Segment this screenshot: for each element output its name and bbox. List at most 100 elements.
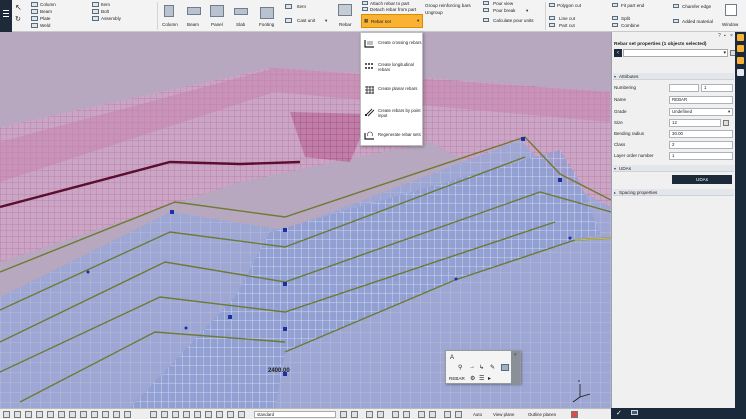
ribbon-weld-label[interactable]: Weld [40, 23, 50, 28]
ribbon-pour-view-label[interactable]: Pour view [493, 1, 513, 6]
assembly-icon[interactable] [92, 16, 99, 21]
status-filter-icon[interactable] [429, 411, 436, 418]
toolbox-hook-icon[interactable]: ↳ [479, 364, 484, 371]
dropdown-item-planar[interactable]: Create planar rebars [363, 81, 423, 101]
status-select-icon[interactable] [183, 411, 190, 418]
status-select-icon[interactable] [150, 411, 157, 418]
outline-mode-select[interactable]: Outline planes [528, 412, 556, 417]
ribbon-ungroup-label[interactable]: Ungroup [425, 10, 443, 15]
item-icon[interactable] [92, 2, 99, 7]
app-menu-button[interactable] [0, 0, 12, 32]
status-snap-icon[interactable] [124, 411, 131, 418]
side-settings-icon[interactable] [737, 45, 744, 52]
combine-icon[interactable] [612, 23, 618, 27]
grade-field[interactable]: Undefined [669, 108, 733, 116]
view-filter-select[interactable]: standard [254, 411, 336, 418]
ribbon-chamfer-label[interactable]: Chamfer edge [682, 4, 711, 9]
status-select-icon[interactable] [216, 411, 223, 418]
ribbon-pour-break-label[interactable]: Pour break [493, 8, 515, 13]
status-snap-icon[interactable] [102, 411, 109, 418]
toolbox-text-icon[interactable]: A [450, 355, 454, 361]
status-filter-icon[interactable] [377, 411, 384, 418]
concrete-column-icon[interactable] [164, 5, 174, 17]
window-icon[interactable] [725, 4, 737, 16]
dropdown-item-point-input[interactable]: Create rebars by point input [363, 103, 423, 123]
select-objects-icon[interactable] [631, 410, 638, 415]
select-arrow-icon[interactable]: ↖ [15, 3, 22, 12]
ribbon-line-cut-label[interactable]: Line cut [559, 16, 575, 21]
status-filter-icon[interactable] [455, 411, 462, 418]
ribbon-column-label[interactable]: Column [40, 2, 56, 7]
status-snap-icon[interactable] [58, 411, 65, 418]
ribbon-concrete-column-label[interactable]: Column [162, 22, 178, 27]
dropdown-item-crossing[interactable]: Create crossing rebars [363, 35, 423, 55]
pour-break-icon[interactable] [483, 8, 489, 12]
size-field[interactable]: 12 [669, 119, 721, 127]
ribbon-part-cut-label[interactable]: Part cut [559, 23, 575, 28]
toolbox-edit-icon[interactable]: ✎ [490, 364, 495, 371]
panel-help-icon[interactable]: ? [718, 33, 721, 39]
status-select-icon[interactable] [205, 411, 212, 418]
size-browse-icon[interactable] [723, 120, 729, 126]
ribbon-window-label[interactable]: Window [722, 22, 738, 27]
status-select-icon[interactable] [238, 411, 245, 418]
grade-dropdown-icon[interactable]: ▾ [728, 109, 730, 115]
line-cut-icon[interactable] [549, 16, 555, 20]
status-snap-icon[interactable] [25, 411, 32, 418]
class-field[interactable]: 2 [669, 141, 733, 149]
dropdown-item-longitudinal[interactable]: Create longitudinal rebars [363, 57, 423, 77]
ribbon-item-label[interactable]: Item [101, 2, 110, 7]
snap-mode-select[interactable]: Auto [473, 412, 482, 417]
beam-icon[interactable] [31, 9, 38, 14]
toolbox-settings-icon[interactable]: ⚙ [470, 375, 475, 382]
toolbox-active-icon[interactable] [501, 364, 509, 371]
ribbon-combine-label[interactable]: Combine [621, 23, 639, 28]
ribbon-plate-label[interactable]: Plate [40, 16, 50, 21]
ribbon-concrete-item-label[interactable]: Item [297, 4, 306, 9]
layer-order-field[interactable]: 1 [669, 152, 733, 160]
rotate-icon[interactable]: ↻ [15, 15, 21, 23]
pour-view-icon[interactable] [483, 1, 489, 5]
status-filter-icon[interactable] [340, 411, 347, 418]
fit-part-end-icon[interactable] [612, 3, 618, 7]
status-select-icon[interactable] [161, 411, 168, 418]
status-select-icon[interactable] [227, 411, 234, 418]
polygon-cut-icon[interactable] [549, 3, 555, 7]
status-select-icon[interactable] [194, 411, 201, 418]
detach-rebar-icon[interactable] [362, 7, 368, 11]
status-filter-icon[interactable] [403, 411, 410, 418]
attach-rebar-icon[interactable] [362, 1, 368, 5]
status-filter-icon[interactable] [366, 411, 373, 418]
cast-unit-icon[interactable] [285, 18, 292, 23]
status-snap-icon[interactable] [69, 411, 76, 418]
toolbox-arrow-icon[interactable]: → [469, 364, 475, 370]
ribbon-rebar-label[interactable]: Rebar [339, 22, 352, 27]
cast-unit-dropdown-icon[interactable]: ▾ [325, 18, 327, 24]
column-icon[interactable] [31, 2, 38, 7]
status-snap-icon[interactable] [3, 411, 10, 418]
status-filter-icon[interactable] [444, 411, 451, 418]
status-filter-icon[interactable] [392, 411, 399, 418]
side-catalog-icon[interactable] [737, 57, 744, 64]
status-snap-icon[interactable] [47, 411, 54, 418]
toolbox-next-icon[interactable]: ▸ [488, 375, 491, 382]
apply-check-icon[interactable]: ✓ [616, 409, 622, 417]
ribbon-added-material-label[interactable]: Added material [682, 19, 713, 24]
footing-icon[interactable] [260, 7, 274, 19]
ribbon-assembly-label[interactable]: Assembly [101, 16, 121, 21]
status-snap-icon[interactable] [36, 411, 43, 418]
ribbon-panel-label[interactable]: Panel [211, 22, 223, 27]
ribbon-cast-unit-label[interactable]: Cast unit [297, 18, 315, 23]
back-arrow-icon[interactable]: ‹ [614, 49, 622, 57]
name-field[interactable]: REBAR [669, 96, 733, 104]
toolbox-layers-icon[interactable]: ☰ [479, 375, 484, 382]
status-filter-icon[interactable] [418, 411, 425, 418]
plate-icon[interactable] [31, 16, 38, 21]
pour-break-dropdown-icon[interactable]: ▾ [526, 8, 528, 14]
status-snap-icon[interactable] [91, 411, 98, 418]
side-properties-icon[interactable] [737, 34, 744, 41]
plane-mode-select[interactable]: View plane [493, 412, 514, 417]
ribbon-fit-part-end-label[interactable]: Fit part end [621, 3, 644, 8]
weld-icon[interactable] [31, 23, 38, 28]
ribbon-group-label[interactable]: Group reinforcing bars [425, 3, 471, 8]
